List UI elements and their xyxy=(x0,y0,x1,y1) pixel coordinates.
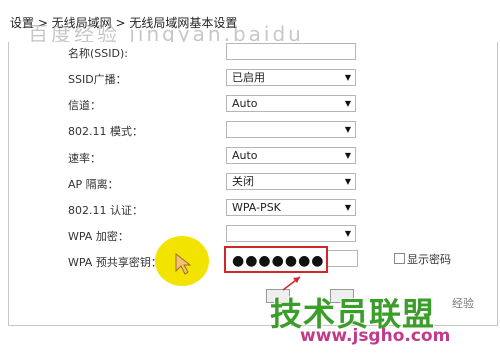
mouse-pointer-icon xyxy=(175,252,192,275)
watermark-url: www.jsgho.com xyxy=(300,326,451,346)
watermark-suffix: 经验 xyxy=(452,297,474,310)
